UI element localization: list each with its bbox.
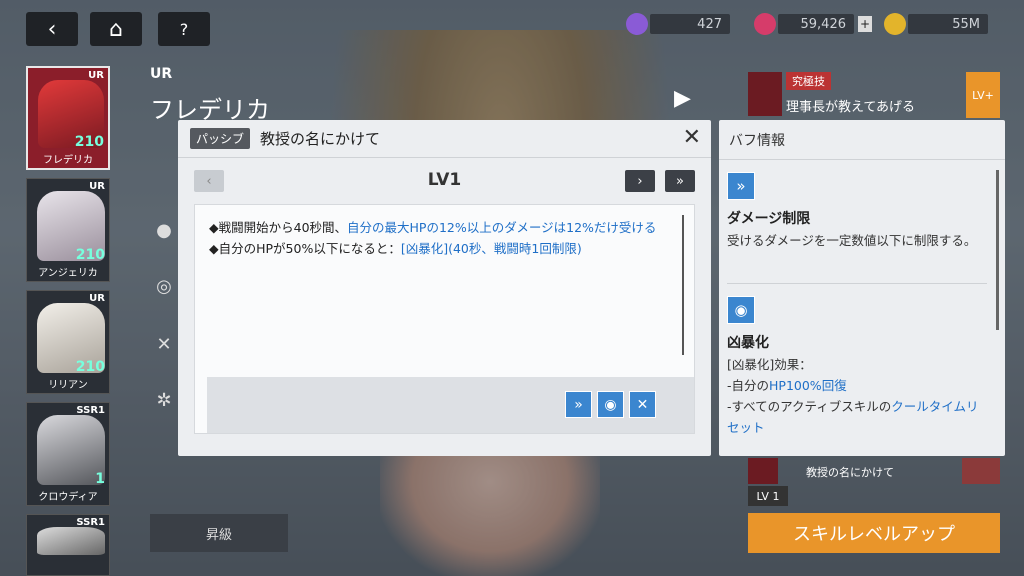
- buff-panel-scrollbar[interactable]: [996, 170, 999, 330]
- divider: [727, 283, 987, 284]
- resource-gem[interactable]: 427: [650, 14, 730, 34]
- dialog-title: 教授の名にかけて: [260, 130, 381, 148]
- max-level-button[interactable]: »: [665, 170, 695, 192]
- buff-item-berserk: ◉ 凶暴化 [凶暴化]効果： -自分のHP100%回復 -すべてのアクティブスキ…: [727, 296, 987, 438]
- close-button[interactable]: ✕: [683, 127, 701, 149]
- passive-tag: パッシブ: [190, 128, 251, 149]
- roster-card-3[interactable]: UR 210 リリアン: [26, 290, 110, 394]
- crystal-icon: [754, 13, 776, 35]
- buff-panel-title: バフ情報: [719, 120, 1005, 160]
- crossed-swords-icon[interactable]: ✕: [150, 330, 178, 358]
- back-arrow-icon: ‹: [47, 16, 57, 42]
- back-button[interactable]: ‹: [26, 12, 78, 46]
- skill-detail-dialog: パッシブ 教授の名にかけて ✕ ‹ LV1 › » ◆戦闘開始から40秒間、自分…: [178, 120, 711, 456]
- skill-row-level: LV 1: [748, 486, 788, 506]
- level-selector: ‹ LV1 › »: [194, 170, 695, 194]
- berserk-icon: ◉: [727, 296, 755, 324]
- rarity-label: UR: [150, 66, 173, 82]
- skill-thumbnail-right: [962, 458, 1000, 484]
- description-scrollbar[interactable]: [682, 215, 684, 355]
- close-icon: ✕: [682, 125, 701, 150]
- promote-button[interactable]: 昇級: [150, 514, 288, 552]
- help-button[interactable]: ?: [158, 12, 210, 46]
- crossed-swords-icon[interactable]: ✕: [629, 391, 656, 418]
- resource-crystal[interactable]: 59,426: [778, 14, 854, 34]
- buff-item-damage-limit: » ダメージ制限 受けるダメージを一定数値以下に制限する。: [727, 172, 987, 251]
- level-label: LV1: [427, 170, 462, 190]
- skill-icon[interactable]: ◎: [150, 272, 178, 300]
- roster-card-2[interactable]: UR 210 アンジェリカ: [26, 178, 110, 282]
- gem-icon: [626, 13, 648, 35]
- skill-description-box: ◆戦闘開始から40秒間、自分の最大HPの12%以上のダメージは12%だけ受ける …: [194, 204, 695, 434]
- roster-card-4[interactable]: SSR1 1 クロウディア: [26, 402, 110, 506]
- ult-thumbnail: [748, 72, 782, 116]
- avatar: [37, 527, 105, 555]
- damage-limit-icon[interactable]: »: [565, 391, 592, 418]
- buff-info-panel: バフ情報 » ダメージ制限 受けるダメージを一定数値以下に制限する。 ◉ 凶暴化…: [719, 120, 1005, 456]
- gear-icon[interactable]: ✲: [150, 386, 178, 414]
- video-icon[interactable]: ▶: [674, 86, 691, 111]
- resource-coin[interactable]: 55M: [908, 14, 988, 34]
- coin-icon: [884, 13, 906, 35]
- home-button[interactable]: ⌂: [90, 12, 142, 46]
- ult-tag: 究極技: [786, 72, 831, 90]
- ult-name: 理事長が教えてあげる: [786, 100, 915, 115]
- chevron-right-icon: ›: [637, 173, 643, 189]
- skill-description: ◆戦闘開始から40秒間、自分の最大HPの12%以上のダメージは12%だけ受ける …: [209, 220, 657, 256]
- damage-limit-icon: »: [727, 172, 755, 200]
- lv-plus-badge[interactable]: LV+: [966, 72, 1000, 118]
- add-crystal-button[interactable]: +: [858, 16, 872, 32]
- roster-card-5[interactable]: SSR1: [26, 514, 110, 576]
- dialog-header: パッシブ 教授の名にかけて: [178, 120, 711, 158]
- help-icon: ?: [179, 19, 189, 39]
- home-icon: ⌂: [109, 16, 123, 42]
- skill-level-up-button[interactable]: スキルレベルアップ: [748, 513, 1000, 553]
- berserk-icon[interactable]: ◉: [597, 391, 624, 418]
- roster-card-1[interactable]: UR 210 フレデリカ: [26, 66, 110, 170]
- stats-icon[interactable]: ●: [150, 216, 178, 244]
- buff-icon-strip: » ◉ ✕: [207, 377, 694, 433]
- double-chevron-right-icon: »: [676, 173, 684, 189]
- next-level-button[interactable]: ›: [625, 170, 655, 192]
- skill-row-name: 教授の名にかけて: [806, 466, 894, 479]
- skill-thumbnail: [748, 458, 778, 484]
